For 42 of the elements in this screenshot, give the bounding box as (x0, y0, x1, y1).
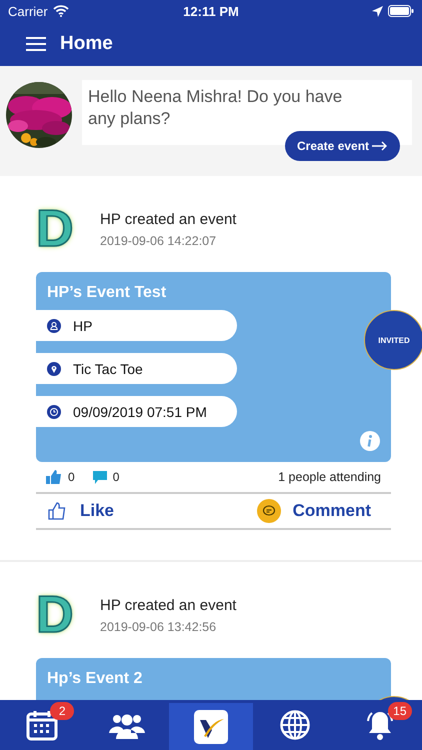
clock-icon (47, 404, 61, 418)
battery-icon (388, 5, 414, 17)
notification-badge: 15 (388, 702, 412, 720)
post-headline: HP created an event (100, 210, 236, 228)
carrier-label: Carrier (8, 4, 48, 18)
arrow-icon (372, 141, 388, 151)
screen-title: Home (60, 33, 113, 55)
avatar-letter: D (36, 588, 75, 642)
app-logo-icon (194, 710, 228, 744)
bell-tab[interactable]: 15 (338, 700, 422, 750)
comment-button[interactable]: Comment (244, 499, 383, 523)
greeting-prompt: Hello Neena Mishra! Do you have any plans? (88, 86, 344, 130)
logo-tab[interactable] (168, 703, 254, 750)
like-count: 0 (68, 470, 75, 484)
globe-icon (280, 710, 310, 740)
location-pin-icon (47, 362, 61, 376)
menu-icon[interactable] (26, 37, 46, 51)
chat-icon (256, 499, 281, 523)
create-event-button[interactable]: Create event (285, 131, 400, 161)
wifi-icon (52, 5, 69, 17)
bell-icon (364, 709, 395, 741)
person-icon (47, 318, 61, 332)
avatar-letter: D (36, 202, 75, 256)
comment-count: 0 (112, 470, 120, 484)
location-arrow-icon (372, 6, 383, 16)
calendar-tab[interactable]: 2 (0, 700, 84, 750)
event-title: HP’s Event Test (47, 284, 168, 302)
notification-badge: 2 (50, 702, 74, 720)
post-timestamp: 2019-09-06 14:22:07 (100, 234, 218, 248)
event-detail: HP (73, 318, 92, 334)
clock-time: 12:11 PM (183, 4, 239, 18)
like-button[interactable]: Like (36, 501, 126, 521)
calendar-icon (26, 709, 58, 741)
attending-count: 1 people attending (278, 470, 381, 484)
comment-bubble-icon (92, 470, 107, 484)
event-title: Hp’s Event 2 (47, 670, 144, 688)
thumbs-up-icon (46, 470, 62, 484)
post-headline: HP created an event (100, 596, 236, 614)
event-detail: 09/09/2019 07:51 PM (73, 404, 207, 420)
post-timestamp: 2019-09-06 13:42:56 (100, 620, 218, 634)
thumbs-up-icon (48, 502, 66, 520)
event-detail: Tic Tac Toe (73, 360, 143, 376)
